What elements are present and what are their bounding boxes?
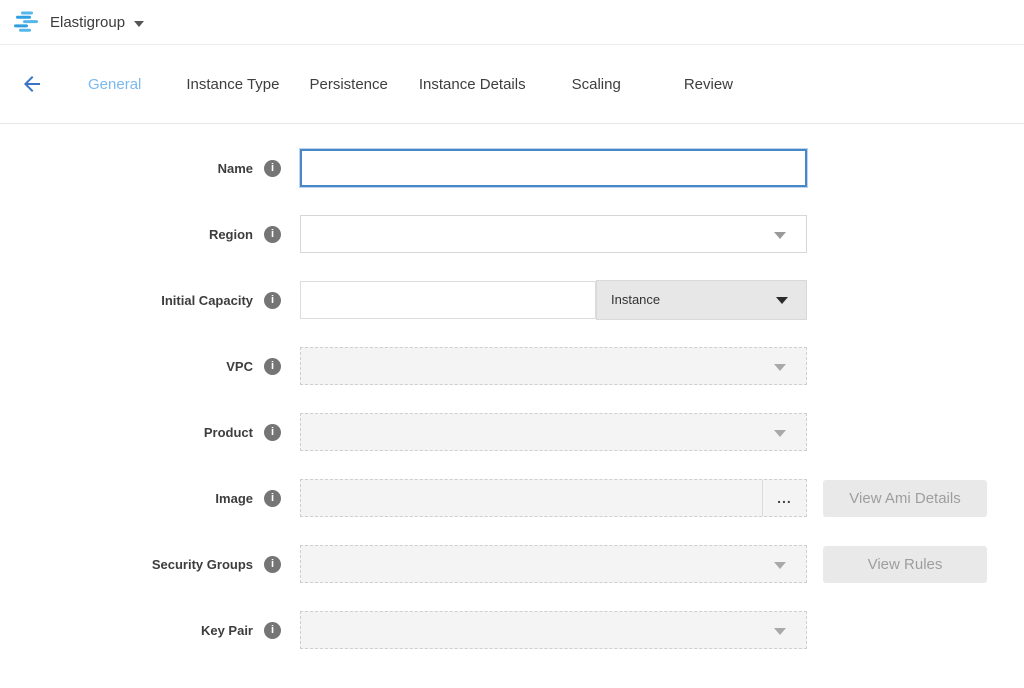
security-groups-label: Security Groups — [152, 557, 253, 572]
capacity-unit-value: Instance — [611, 292, 660, 307]
tab-instance-type[interactable]: Instance Type — [186, 76, 279, 93]
image-input: ... — [300, 479, 807, 517]
image-label: Image — [215, 491, 253, 506]
chevron-down-icon — [774, 232, 786, 239]
wizard-tab-bar: General Instance Type Persistence Instan… — [0, 45, 1024, 124]
info-icon[interactable]: i — [264, 556, 281, 573]
chevron-down-icon — [774, 562, 786, 569]
tab-persistence[interactable]: Persistence — [310, 76, 388, 93]
back-arrow-icon — [20, 72, 44, 96]
form-row-name: Name i — [0, 149, 1024, 187]
region-label: Region — [209, 227, 253, 242]
info-icon[interactable]: i — [264, 292, 281, 309]
capacity-unit-select[interactable]: Instance — [596, 280, 807, 320]
form-row-image: Image i ... View Ami Details — [0, 479, 1024, 517]
chevron-down-icon — [774, 364, 786, 371]
initial-capacity-input[interactable] — [300, 281, 596, 319]
tab-scaling[interactable]: Scaling — [572, 76, 621, 93]
view-rules-button[interactable]: View Rules — [823, 546, 987, 583]
view-ami-details-button[interactable]: View Ami Details — [823, 480, 987, 517]
chevron-down-icon — [776, 297, 788, 304]
tab-review[interactable]: Review — [684, 76, 733, 93]
form-row-initial-capacity: Initial Capacity i Instance — [0, 281, 1024, 319]
general-settings-form: Name i Region i Initial Capacity i Insta… — [0, 124, 1024, 649]
form-row-vpc: VPC i — [0, 347, 1024, 385]
info-icon[interactable]: i — [264, 622, 281, 639]
info-icon[interactable]: i — [264, 424, 281, 441]
name-input[interactable] — [300, 149, 807, 187]
security-groups-select — [300, 545, 807, 583]
key-pair-label: Key Pair — [201, 623, 253, 638]
vpc-label: VPC — [226, 359, 253, 374]
browse-image-button[interactable]: ... — [762, 480, 806, 516]
form-row-security-groups: Security Groups i View Rules — [0, 545, 1024, 583]
info-icon[interactable]: i — [264, 160, 281, 177]
info-icon[interactable]: i — [264, 358, 281, 375]
tab-general[interactable]: General — [88, 76, 141, 93]
tab-instance-details[interactable]: Instance Details — [419, 76, 526, 93]
name-label: Name — [218, 161, 253, 176]
chevron-down-icon — [774, 628, 786, 635]
chevron-down-icon[interactable] — [134, 21, 144, 27]
top-bar: Elastigroup — [0, 0, 1024, 45]
region-select[interactable] — [300, 215, 807, 253]
info-icon[interactable]: i — [264, 226, 281, 243]
form-row-product: Product i — [0, 413, 1024, 451]
elastigroup-logo-icon — [14, 11, 40, 33]
app-switcher-label[interactable]: Elastigroup — [50, 14, 125, 31]
chevron-down-icon — [774, 430, 786, 437]
initial-capacity-label: Initial Capacity — [161, 293, 253, 308]
back-button[interactable] — [20, 72, 44, 96]
product-label: Product — [204, 425, 253, 440]
key-pair-select — [300, 611, 807, 649]
product-select — [300, 413, 807, 451]
form-row-key-pair: Key Pair i — [0, 611, 1024, 649]
form-row-region: Region i — [0, 215, 1024, 253]
vpc-select — [300, 347, 807, 385]
info-icon[interactable]: i — [264, 490, 281, 507]
